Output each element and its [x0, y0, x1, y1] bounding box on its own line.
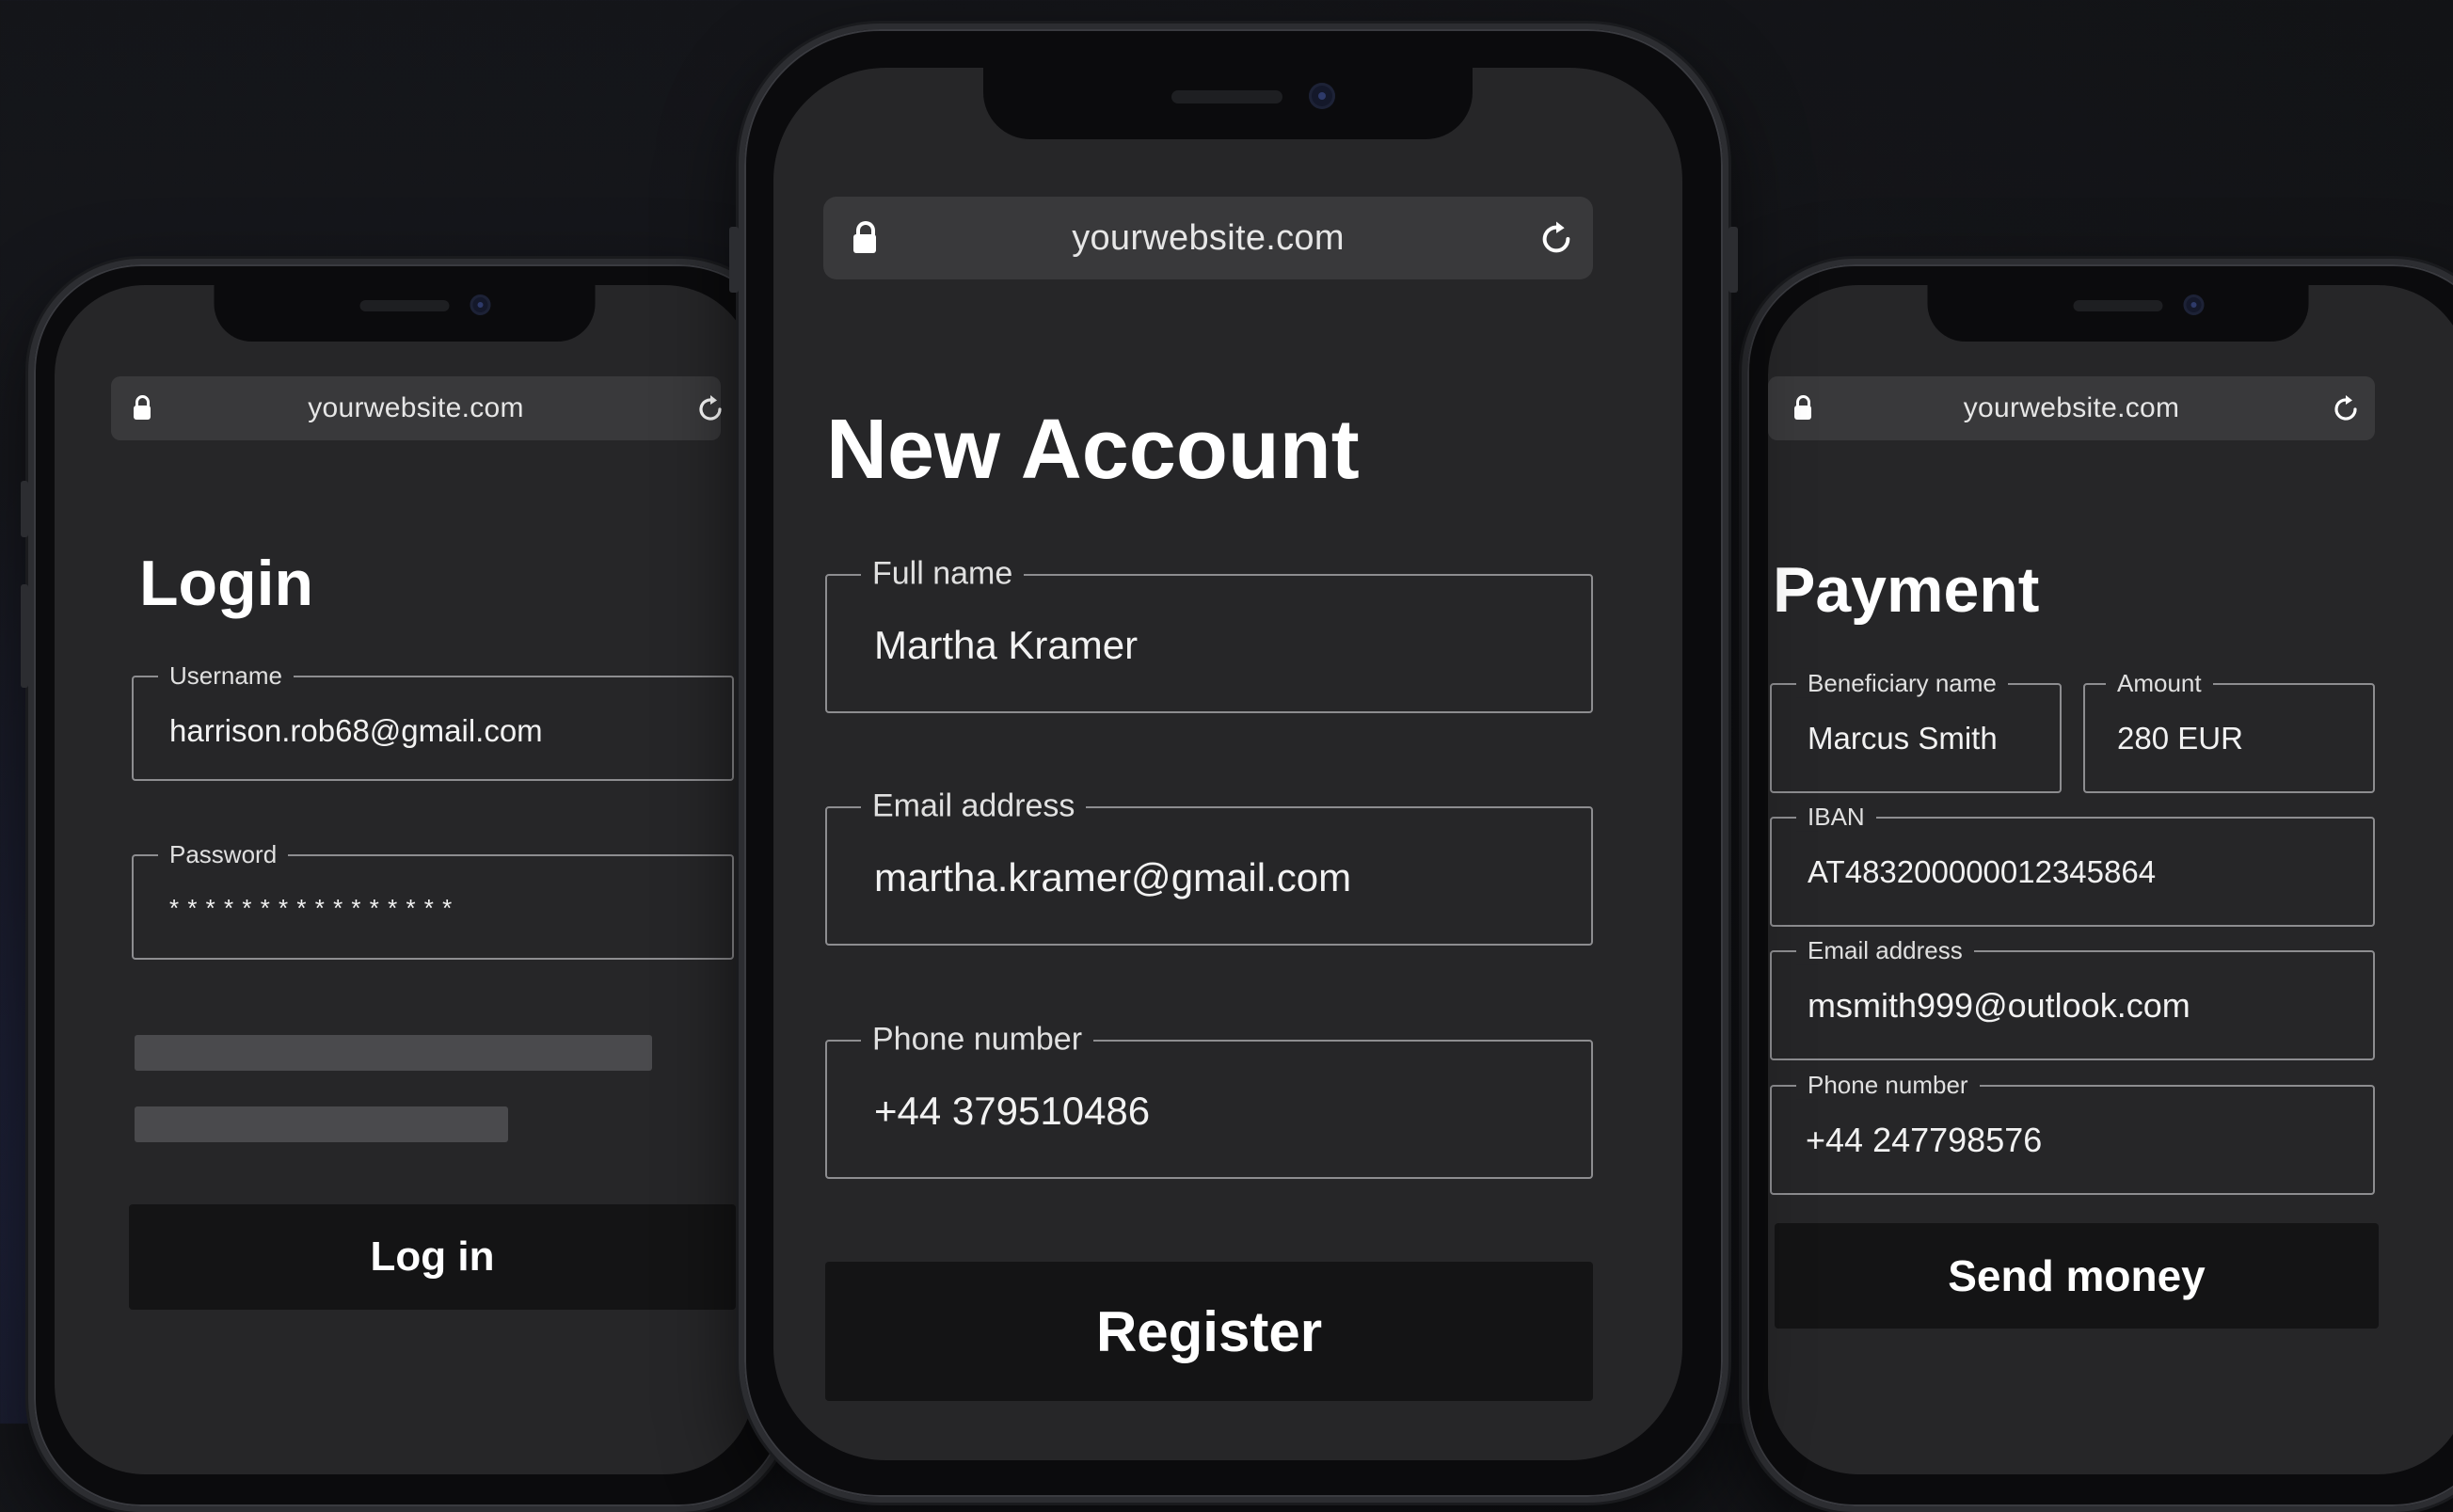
password-field[interactable]: Password * * * * * * * * * * * * * * * *	[132, 839, 734, 960]
fullname-value: Martha Kramer	[874, 623, 1139, 667]
center-phone-side-button	[1728, 227, 1738, 293]
fullname-field[interactable]: Full name Martha Kramer	[825, 555, 1593, 713]
amount-field[interactable]: Amount 280 EUR	[2083, 668, 2375, 793]
email-field[interactable]: Email address martha.kramer@gmail.com	[825, 788, 1593, 946]
iban-label: IBAN	[1796, 802, 1876, 832]
register-button[interactable]: Register	[825, 1262, 1593, 1401]
amount-label: Amount	[2106, 668, 2213, 698]
beneficiary-field[interactable]: Beneficiary name Marcus Smith	[1770, 668, 2062, 793]
url-bar[interactable]: yourwebsite.com	[111, 376, 722, 440]
phone-label: Phone number	[861, 1021, 1094, 1058]
amount-value: 280 EUR	[2117, 721, 2243, 756]
password-value: * * * * * * * * * * * * * * * *	[169, 894, 454, 922]
email-value: msmith999@outlook.com	[1808, 986, 2190, 1025]
email-label: Email address	[1796, 935, 1974, 965]
email-field[interactable]: Email address msmith999@outlook.com	[1770, 935, 2375, 1060]
center-phone: yourwebsite.com New Account Full name Ma…	[729, 24, 1738, 1503]
iban-field[interactable]: IBAN AT483200000012345864	[1770, 802, 2375, 927]
reload-icon[interactable]	[2330, 393, 2362, 425]
url-bar[interactable]: yourwebsite.com	[823, 197, 1593, 279]
send-money-button[interactable]: Send money	[1775, 1223, 2379, 1329]
email-label: Email address	[861, 788, 1087, 825]
lock-icon	[1794, 395, 1811, 420]
left-phone-side-button	[21, 584, 28, 688]
password-label: Password	[158, 839, 289, 869]
lock-icon	[134, 395, 151, 420]
login-button[interactable]: Log in	[129, 1204, 736, 1310]
url-text: yourwebsite.com	[308, 392, 524, 423]
username-value: harrison.rob68@gmail.com	[169, 713, 543, 748]
phone-field[interactable]: Phone number +44 247798576	[1770, 1070, 2375, 1195]
notch	[1927, 285, 2309, 342]
beneficiary-value: Marcus Smith	[1808, 721, 1998, 756]
phone-field[interactable]: Phone number +44 379510486	[825, 1021, 1593, 1179]
username-field[interactable]: Username harrison.rob68@gmail.com	[132, 661, 734, 781]
username-label: Username	[158, 661, 294, 691]
phone-value: +44 379510486	[874, 1089, 1151, 1133]
placeholder-bar	[135, 1106, 508, 1142]
beneficiary-label: Beneficiary name	[1796, 668, 2008, 698]
notch	[983, 68, 1473, 139]
iban-value: AT483200000012345864	[1808, 854, 2157, 889]
url-bar[interactable]: yourwebsite.com	[1768, 376, 2375, 440]
email-value: martha.kramer@gmail.com	[874, 855, 1352, 899]
left-screen: yourwebsite.com Login Username harrison.…	[55, 285, 755, 1474]
left-phone-side-button	[21, 481, 28, 537]
speaker	[1171, 90, 1282, 103]
page-title: New Account	[826, 403, 1360, 497]
center-screen: yourwebsite.com New Account Full name Ma…	[773, 68, 1682, 1460]
url-text: yourwebsite.com	[1072, 217, 1345, 258]
center-phone-side-button	[729, 227, 739, 293]
fullname-label: Full name	[861, 555, 1025, 593]
reload-icon[interactable]	[1537, 219, 1576, 259]
phone-value: +44 247798576	[1806, 1121, 2043, 1159]
right-phone: yourwebsite.com Payment Beneficiary name…	[1742, 259, 2453, 1512]
page-title: Payment	[1773, 554, 2040, 626]
right-screen: yourwebsite.com Payment Beneficiary name…	[1768, 285, 2453, 1474]
camera	[470, 294, 491, 315]
speaker	[359, 300, 450, 311]
page-title: Login	[139, 548, 314, 619]
url-text: yourwebsite.com	[1963, 392, 2180, 423]
placeholder-bar	[135, 1035, 652, 1071]
left-phone: yourwebsite.com Login Username harrison.…	[21, 259, 792, 1512]
camera	[1309, 83, 1335, 109]
camera	[2183, 294, 2205, 315]
lock-icon	[853, 221, 876, 253]
phone-label: Phone number	[1796, 1070, 1980, 1100]
notch	[214, 285, 596, 342]
reload-icon[interactable]	[694, 393, 726, 425]
speaker	[2073, 300, 2163, 311]
